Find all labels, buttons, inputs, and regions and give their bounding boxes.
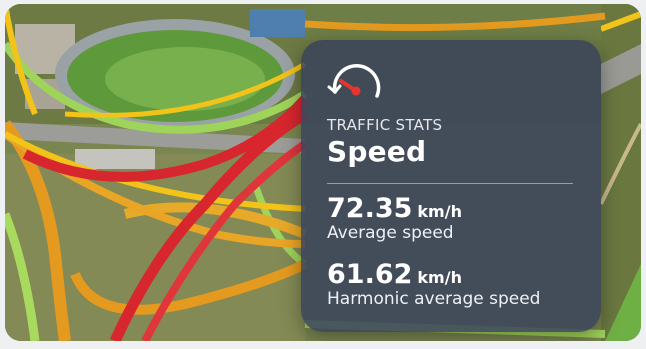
traffic-stats-card: TRAFFIC STATS Speed 72.35 km/h Average sp…	[301, 40, 601, 332]
stat-unit: km/h	[417, 268, 462, 287]
card-eyebrow: TRAFFIC STATS	[327, 116, 443, 134]
traffic-map-view: TRAFFIC STATS Speed 72.35 km/h Average sp…	[5, 4, 641, 341]
speedometer-icon	[327, 64, 381, 98]
stat-value: 61.62	[327, 259, 413, 290]
stat-label: Average speed	[327, 223, 454, 243]
stat-value: 72.35	[327, 193, 413, 224]
stat-label: Harmonic average speed	[327, 289, 541, 309]
average-speed-stat: 72.35 km/h Average speed	[327, 193, 462, 243]
stat-unit: km/h	[417, 202, 462, 221]
card-title: Speed	[327, 135, 427, 168]
divider	[327, 183, 573, 184]
harmonic-average-speed-stat: 61.62 km/h Harmonic average speed	[327, 259, 540, 309]
